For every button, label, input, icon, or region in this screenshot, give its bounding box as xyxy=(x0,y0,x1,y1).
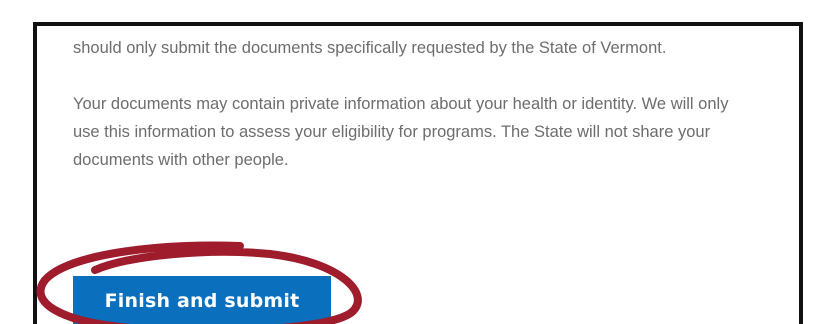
submission-note: should only submit the documents specifi… xyxy=(73,39,667,57)
screenshot-area: should only submit the documents specifi… xyxy=(0,0,817,324)
document-upload-panel: should only submit the documents specifi… xyxy=(33,22,803,324)
instructions-text: should only submit the documents specifi… xyxy=(73,34,753,174)
privacy-note: Your documents may contain private infor… xyxy=(73,95,729,169)
finish-and-submit-button[interactable]: Finish and submit xyxy=(73,276,331,324)
